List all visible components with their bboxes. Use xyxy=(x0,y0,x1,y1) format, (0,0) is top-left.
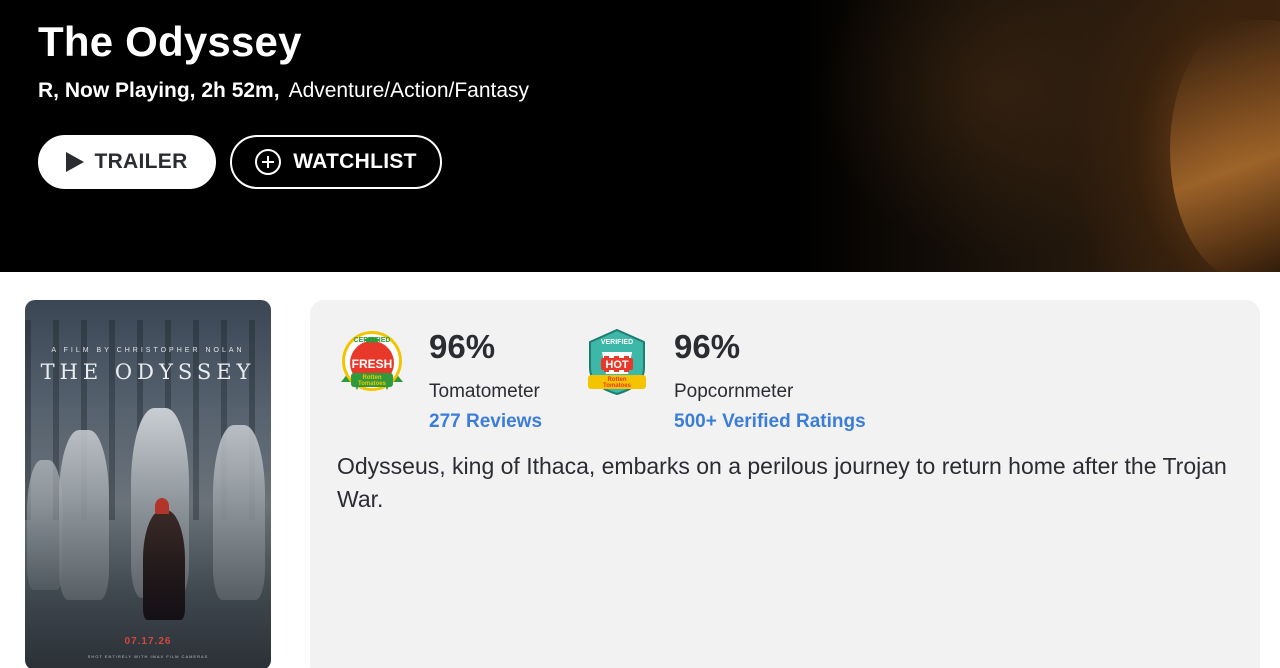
poster-title: THE ODYSSEY xyxy=(40,360,256,384)
watchlist-button-label: WATCHLIST xyxy=(293,150,417,173)
poster-warrior-crest xyxy=(155,498,169,514)
poster-release-date: 07.17.26 xyxy=(124,636,172,647)
movie-poster[interactable]: A FILM BY CHRISTOPHER NOLAN THE ODYSSEY … xyxy=(25,300,271,668)
poster-knight xyxy=(27,460,63,590)
play-icon xyxy=(66,152,85,172)
watchlist-button[interactable]: WATCHLIST xyxy=(230,135,442,189)
movie-genres: Adventure/Action/Fantasy xyxy=(288,79,530,102)
plus-circle-icon xyxy=(255,149,282,175)
poster-knight xyxy=(59,430,109,600)
poster-knight xyxy=(213,425,265,600)
movie-rating-status-runtime: R, Now Playing, 2h 52m, xyxy=(38,79,280,102)
popcornmeter-ratings-link[interactable]: 500+ Verified Ratings xyxy=(674,411,866,433)
badge-tomatoes-text: Tomatoes xyxy=(603,383,632,389)
popcornmeter-label: Popcornmeter xyxy=(674,381,794,402)
trailer-button-label: TRAILER xyxy=(94,150,188,173)
tomatometer-reviews-link[interactable]: 277 Reviews xyxy=(429,411,542,433)
poster-tagline: A FILM BY CHRISTOPHER NOLAN xyxy=(51,347,245,354)
certified-fresh-icon: CERTIFIED FRESH Rotten Tomatoes xyxy=(341,331,403,391)
badge-hot-text: HOT xyxy=(605,359,629,371)
poster-warrior xyxy=(143,510,185,620)
movie-synopsis: Odysseus, king of Ithaca, embarks on a p… xyxy=(337,453,1227,512)
tomatometer-label: Tomatometer xyxy=(429,381,540,402)
popcornmeter-score: 96% xyxy=(674,328,741,365)
tomatometer-score: 96% xyxy=(429,328,496,365)
badge-verified-text: VERIFIED xyxy=(601,339,633,346)
trailer-button[interactable]: TRAILER xyxy=(38,135,216,189)
badge-tomatoes-text: Tomatoes xyxy=(358,381,387,387)
badge-certified-text: CERTIFIED xyxy=(354,337,391,344)
movie-title: The Odyssey xyxy=(38,18,302,65)
poster-footer: SHOT ENTIRELY WITH IMAX FILM CAMERAS xyxy=(87,654,209,659)
verified-hot-icon: VERIFIED HOT Rotten Tomatoes xyxy=(588,328,646,396)
badge-fresh-text: FRESH xyxy=(352,357,393,371)
movie-meta: R, Now Playing, 2h 52m, Adventure/Action/… xyxy=(38,79,529,103)
hero-banner: The Odyssey R, Now Playing, 2h 52m, Adven… xyxy=(0,0,1280,272)
